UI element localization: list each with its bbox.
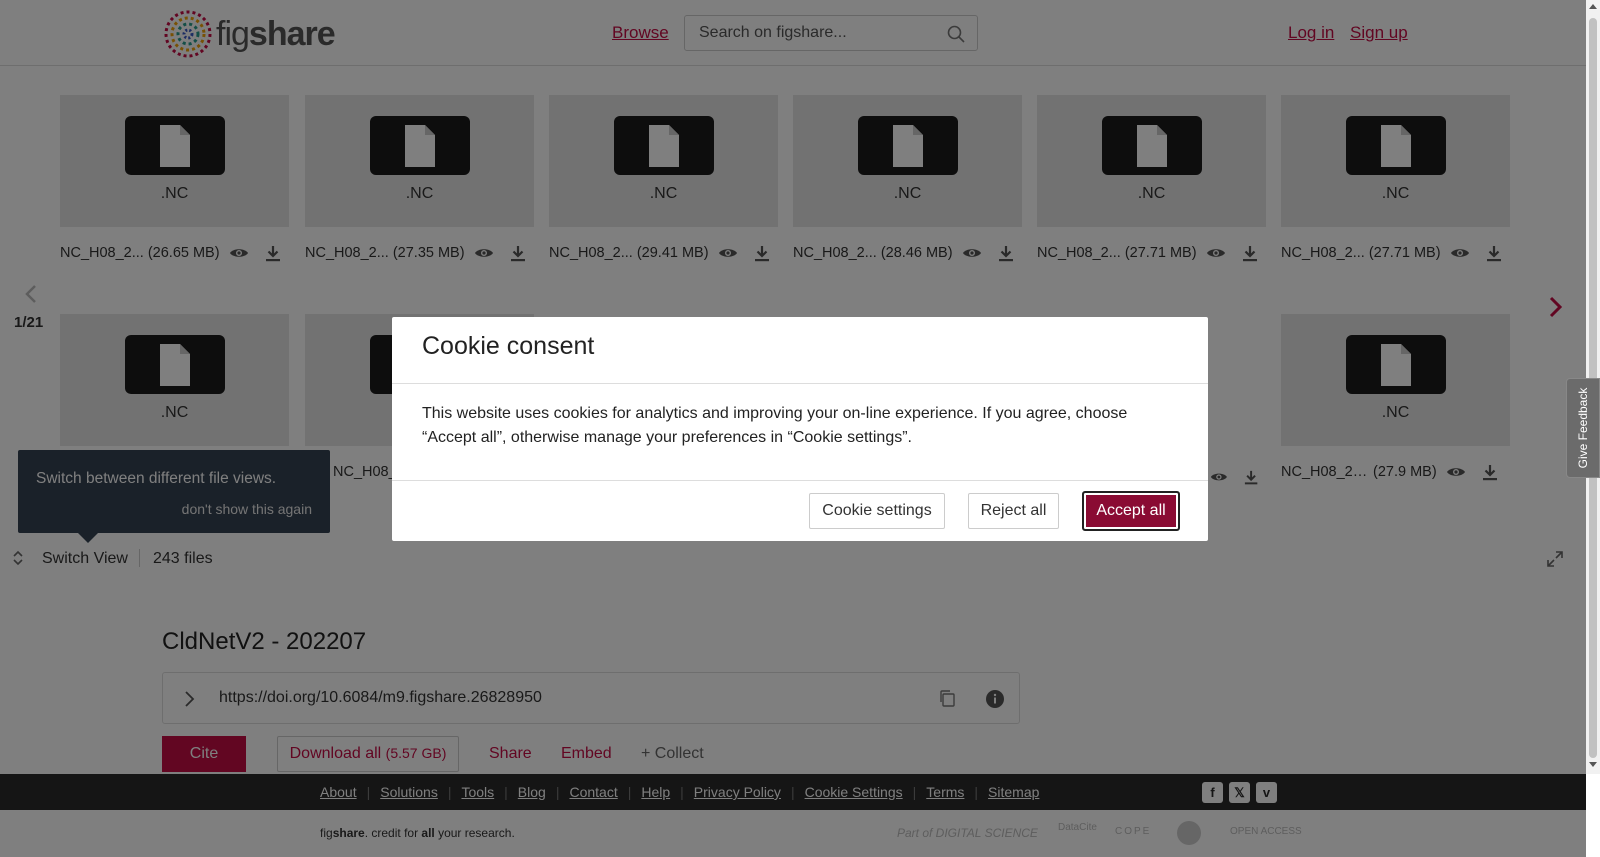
reject-all-button[interactable]: Reject all [968,493,1059,529]
cookie-settings-button[interactable]: Cookie settings [809,493,945,529]
divider [392,480,1208,481]
give-feedback-tab[interactable]: Give Feedback [1566,378,1600,478]
cookie-dialog-body: This website uses cookies for analytics … [422,405,1128,446]
cookie-consent-dialog: Cookie consent This website uses cookies… [392,317,1208,541]
scroll-down-arrow[interactable] [1589,762,1597,767]
cookie-dialog-title: Cookie consent [422,332,595,360]
give-feedback-label: Give Feedback [1576,387,1590,469]
scroll-up-arrow[interactable] [1589,4,1597,9]
accept-all-button[interactable]: Accept all [1082,491,1180,531]
divider [392,383,1208,384]
